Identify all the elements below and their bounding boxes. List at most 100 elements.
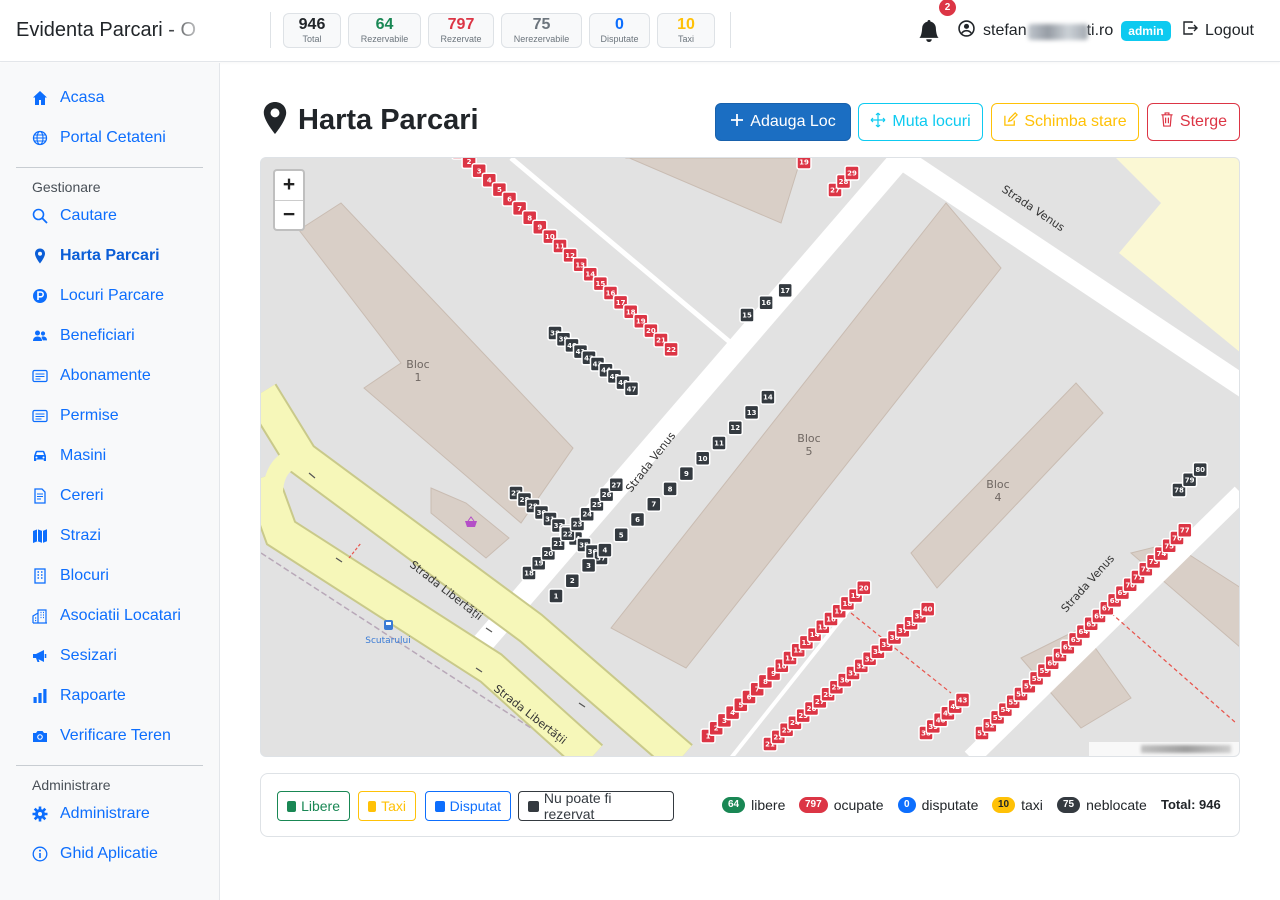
sidebar-item-beneficiari[interactable]: Beneficiari (16, 321, 206, 351)
sidebar-item-sesizari[interactable]: Sesizari (16, 641, 206, 671)
parking-spot-marker[interactable]: 19 (796, 158, 812, 170)
sidebar-item-cereri[interactable]: Cereri (16, 481, 206, 511)
parking-spot-marker[interactable]: 6 (629, 511, 646, 528)
people-icon (32, 328, 48, 344)
sidebar-item-blocuri[interactable]: Blocuri (16, 561, 206, 591)
parking-spot-marker[interactable]: 13 (743, 404, 760, 421)
parking-spot-marker[interactable]: 3 (580, 557, 597, 574)
sidebar-item-label: Beneficiari (60, 327, 135, 344)
parking-spot-marker[interactable]: 14 (760, 389, 776, 405)
sidebar-item-locuri[interactable]: Locuri Parcare (16, 281, 206, 311)
parking-spot-number: 5 (619, 531, 624, 539)
parking-spot-marker[interactable]: 1 (548, 588, 564, 604)
parking-map[interactable]: Bloc 1 Bloc 5 Bloc 4 Strada Venus Strada… (260, 157, 1240, 757)
sidebar-item-masini[interactable]: Masini (16, 441, 206, 471)
parking-spot-number: 6 (635, 516, 640, 524)
parking-spot-marker[interactable]: 77 (1177, 522, 1193, 538)
sidebar-item-label: Acasa (60, 89, 105, 106)
parking-spot-number: 8 (668, 485, 673, 493)
parking-spot-number: 27 (611, 481, 621, 489)
parking-spot-number: 10 (698, 455, 708, 463)
parking-spot-marker[interactable]: 22 (663, 341, 679, 358)
permit-icon (32, 408, 48, 424)
move-spots-button[interactable]: Muta locuri (858, 103, 983, 141)
parking-spot-marker[interactable]: 12 (727, 419, 744, 436)
parking-spot-number: 2 (467, 158, 472, 166)
stat-value: 946 (298, 16, 326, 33)
parking-spot-marker[interactable]: 43 (954, 692, 971, 708)
sidebar-item-portal[interactable]: Portal Cetateni (16, 123, 206, 153)
sidebar-item-asociatii[interactable]: Asociatii Locatari (16, 601, 206, 631)
parking-spot-marker[interactable]: 16 (758, 294, 774, 311)
parking-spot-marker[interactable]: 2 (564, 572, 581, 589)
map-poi-label: Scutarului (365, 636, 411, 646)
page-title: Harta Parcari (298, 104, 479, 136)
parking-spot-marker[interactable]: 4 (597, 542, 613, 558)
map-block-number: 4 (995, 491, 1002, 504)
sidebar-item-rapoarte[interactable]: Rapoarte (16, 681, 206, 711)
sidebar-item-administrare[interactable]: Administrare (16, 799, 206, 829)
sidebar-item-permise[interactable]: Permise (16, 401, 206, 431)
parking-spot-marker[interactable]: 20 (856, 580, 872, 596)
legend-filter-libere[interactable]: Libere (277, 791, 350, 821)
car-icon (32, 448, 48, 464)
bell-icon[interactable] (918, 19, 940, 42)
change-state-button[interactable]: Schimba stare (991, 103, 1139, 141)
parking-spot-marker[interactable]: 15 (739, 307, 755, 323)
map-canvas[interactable]: Bloc 1 Bloc 5 Bloc 4 Strada Venus Strada… (261, 158, 1240, 757)
parking-spot-marker[interactable]: 80 (1192, 461, 1208, 478)
brand-redaction (165, 14, 245, 48)
parking-spot-number: 7 (651, 501, 656, 509)
parking-spot-number: 16 (761, 299, 771, 307)
search-icon (32, 208, 48, 224)
sidebar-item-label: Strazi (60, 527, 101, 544)
sidebar-item-label: Cautare (60, 207, 117, 224)
sidebar-item-verificare[interactable]: Verificare Teren (16, 721, 206, 751)
sidebar: Acasa Portal Cetateni Gestionare Cautare Har… (0, 63, 220, 900)
parking-spot-marker[interactable]: 11 (711, 435, 727, 451)
divider (730, 12, 731, 48)
delete-button[interactable]: Sterge (1147, 103, 1240, 141)
plus-icon (730, 113, 744, 132)
bus-stop-icon[interactable] (384, 620, 393, 630)
sidebar-item-strazi[interactable]: Strazi (16, 521, 206, 551)
stat-value: 0 (615, 16, 624, 33)
parking-spot-number: 9 (537, 224, 542, 232)
user-email-prefix: stefan (983, 22, 1027, 39)
legend-filter-taxi[interactable]: Taxi (358, 791, 416, 821)
zoom-in-button[interactable]: + (275, 171, 303, 200)
legend-count-ocupate: 797 ocupate (799, 797, 884, 813)
sidebar-item-harta[interactable]: Harta Parcari (16, 241, 206, 271)
legend-filter-nu-poate-fi-rezervat[interactable]: Nu poate fi rezervat (518, 790, 674, 822)
parking-spot-marker[interactable]: 47 (623, 381, 640, 397)
sidebar-item-abonamente[interactable]: Abonamente (16, 361, 206, 391)
sidebar-item-cautare[interactable]: Cautare (16, 201, 206, 231)
parking-spot-marker[interactable]: 5 (613, 527, 629, 543)
add-spot-button[interactable]: Adauga Loc (715, 103, 851, 141)
sidebar-item-ghid[interactable]: Ghid Aplicatie (16, 839, 206, 869)
sidebar-item-label: Blocuri (60, 567, 109, 584)
sidebar-item-acasa[interactable]: Acasa (16, 83, 206, 113)
parking-spot-number: 9 (684, 470, 689, 478)
parking-spot-marker[interactable]: 29 (844, 165, 860, 181)
legend-filter-disputat[interactable]: Disputat (425, 791, 511, 821)
user-menu[interactable]: stefan ti.ro admin (958, 20, 1171, 42)
stat-label: Nerezervabile (513, 34, 570, 44)
parking-spot-marker[interactable]: 7 (646, 496, 662, 512)
parking-spot-marker[interactable]: 10 (694, 450, 711, 467)
logout-button[interactable]: Logout (1182, 20, 1254, 41)
parking-spot-marker[interactable]: 17 (777, 282, 793, 299)
parking-spot-number: 15 (742, 312, 752, 320)
parking-spot-marker[interactable]: 40 (919, 601, 936, 617)
parking-spot-marker[interactable]: 27 (608, 477, 625, 493)
parking-spot-marker[interactable]: 8 (662, 481, 678, 497)
zoom-out-button[interactable]: − (275, 200, 303, 229)
sidebar-item-label: Ghid Aplicatie (60, 845, 158, 862)
parking-spot-number: 8 (527, 214, 532, 222)
parking-spot-number: 29 (847, 170, 857, 178)
parking-spot-marker[interactable]: 9 (678, 465, 695, 482)
sidebar-item-label: Verificare Teren (60, 727, 171, 744)
sidebar-item-label: Harta Parcari (60, 247, 160, 264)
stat-label: Rezervabile (360, 34, 409, 44)
stat-value: 797 (447, 16, 475, 33)
